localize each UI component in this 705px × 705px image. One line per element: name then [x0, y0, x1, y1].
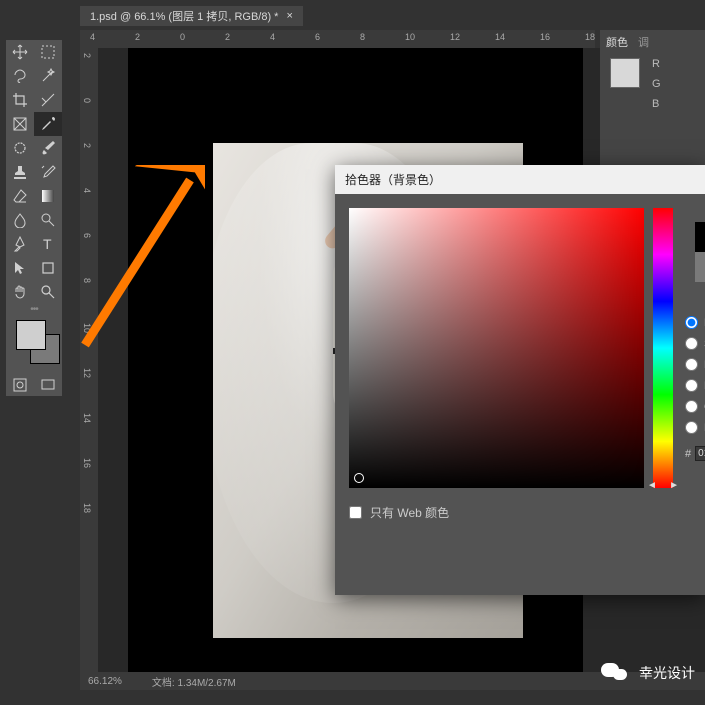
ruler-tick: 2: [225, 32, 230, 42]
ruler-tick: 14: [82, 413, 92, 423]
ruler-tick: 10: [405, 32, 415, 42]
ruler-tick: 18: [585, 32, 595, 42]
slice-tool[interactable]: [34, 88, 62, 112]
watermark-text: 幸光设计: [639, 663, 695, 683]
zoom-level[interactable]: 66.12%: [88, 676, 122, 687]
stamp-tool[interactable]: [6, 160, 34, 184]
ruler-tick: 2: [135, 32, 140, 42]
dodge-tool[interactable]: [34, 208, 62, 232]
ruler-tick: 6: [82, 233, 92, 238]
move-tool[interactable]: [6, 40, 34, 64]
hue-slider[interactable]: [653, 208, 673, 488]
ruler-tick: 10: [82, 323, 92, 333]
ruler-tick: 12: [82, 368, 92, 378]
color-panel: 颜色 调 R G B: [600, 30, 705, 180]
web-colors-checkbox[interactable]: [349, 506, 362, 519]
shape-tool[interactable]: [34, 256, 62, 280]
channel-g-label: G: [652, 78, 661, 90]
r-radio[interactable]: [685, 379, 698, 392]
pen-tool[interactable]: [6, 232, 34, 256]
web-colors-label: 只有 Web 颜色: [370, 504, 449, 521]
hex-input[interactable]: [695, 446, 705, 461]
new-color-swatch: [695, 222, 705, 252]
zoom-tool[interactable]: [34, 280, 62, 304]
eraser-tool[interactable]: [6, 184, 34, 208]
dialog-title: 拾色器（背景色）: [345, 173, 441, 187]
color-picker-dialog: 拾色器（背景色） ◄► 新的 当前 H: S: B: R: G: B: # 只有…: [335, 165, 705, 595]
h-radio[interactable]: [685, 316, 698, 329]
b-radio[interactable]: [685, 358, 698, 371]
channel-b-label: B: [652, 98, 661, 110]
blur-tool[interactable]: [6, 208, 34, 232]
g-radio[interactable]: [685, 400, 698, 413]
screen-mode-tool[interactable]: [34, 374, 62, 396]
hand-tool[interactable]: [6, 280, 34, 304]
ruler-tick: 12: [450, 32, 460, 42]
channel-r-label: R: [652, 58, 661, 70]
doc-size: 文档: 1.34M/2.67M: [152, 674, 236, 689]
document-tab[interactable]: 1.psd @ 66.1% (图层 1 拷贝, RGB/8) * ×: [80, 6, 303, 26]
ruler-tick: 16: [82, 458, 92, 468]
current-color-label: 当前: [685, 286, 705, 302]
s-radio[interactable]: [685, 337, 698, 350]
dialog-title-bar[interactable]: 拾色器（背景色）: [335, 165, 705, 194]
ruler-tick: 14: [495, 32, 505, 42]
lasso-tool[interactable]: [6, 64, 34, 88]
ruler-tick: 8: [82, 278, 92, 283]
adjust-tab[interactable]: 调: [638, 34, 649, 50]
ruler-tick: 18: [82, 503, 92, 513]
tab-label: 1.psd @ 66.1% (图层 1 拷贝, RGB/8) *: [90, 8, 278, 24]
type-tool[interactable]: T: [34, 232, 62, 256]
ruler-tick: 0: [180, 32, 185, 42]
color-cursor: [354, 473, 364, 483]
history-brush-tool[interactable]: [34, 160, 62, 184]
panel-color-swatch[interactable]: [610, 58, 640, 88]
vertical-ruler: 2 0 2 4 6 8 10 12 14 16 18: [80, 48, 98, 685]
ruler-tick: 16: [540, 32, 550, 42]
eyedropper-tool[interactable]: [34, 112, 62, 136]
path-select-tool[interactable]: [6, 256, 34, 280]
toolbox-more[interactable]: •••: [6, 304, 62, 314]
saturation-field[interactable]: [349, 208, 644, 488]
new-color-label: 新的: [685, 202, 705, 218]
current-color-swatch[interactable]: [695, 252, 705, 282]
toolbox: T •••: [6, 40, 62, 396]
foreground-color-swatch[interactable]: [16, 320, 46, 350]
healing-tool[interactable]: [6, 136, 34, 160]
frame-tool[interactable]: [6, 112, 34, 136]
color-tab[interactable]: 颜色: [606, 34, 628, 50]
horizontal-ruler: 4 2 0 2 4 6 8 10 12 14 16 18: [80, 30, 595, 48]
color-swatches[interactable]: [6, 318, 62, 368]
brush-tool[interactable]: [34, 136, 62, 160]
ruler-tick: 8: [360, 32, 365, 42]
ruler-tick: 2: [82, 143, 92, 148]
ruler-tick: 0: [82, 98, 92, 103]
b2-radio[interactable]: [685, 421, 698, 434]
ruler-tick: 6: [315, 32, 320, 42]
ruler-tick: 2: [82, 53, 92, 58]
marquee-tool[interactable]: [34, 40, 62, 64]
crop-tool[interactable]: [6, 88, 34, 112]
hex-label: #: [685, 448, 691, 460]
ruler-tick: 4: [90, 32, 95, 42]
gradient-tool[interactable]: [34, 184, 62, 208]
watermark: 幸光设计: [601, 661, 695, 685]
close-tab-icon[interactable]: ×: [286, 10, 292, 22]
ruler-tick: 4: [82, 188, 92, 193]
magic-wand-tool[interactable]: [34, 64, 62, 88]
svg-text:T: T: [43, 236, 52, 252]
ruler-tick: 4: [270, 32, 275, 42]
quick-mask-tool[interactable]: [6, 374, 34, 396]
wechat-icon: [601, 661, 631, 685]
